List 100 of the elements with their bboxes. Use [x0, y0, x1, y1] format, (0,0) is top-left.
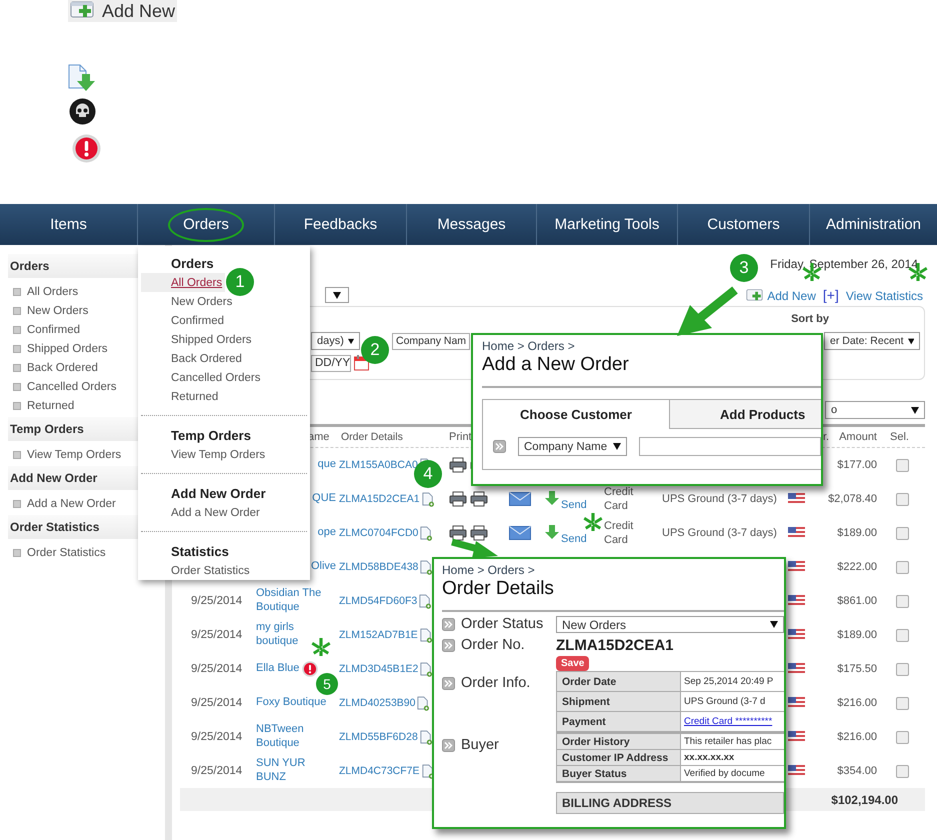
add-new-link[interactable]: Add New [767, 289, 816, 303]
table-cell-text: 9/25/2014 [191, 594, 242, 609]
add-window-icon [746, 289, 764, 303]
printer-icon[interactable] [470, 491, 488, 507]
customer-link[interactable]: Foxy Boutique [256, 696, 326, 710]
menu-item[interactable]: All Orders [141, 273, 226, 292]
order-link[interactable]: ZLMC0704FCD0 [339, 527, 418, 539]
customer-link[interactable]: Ella Blue [256, 662, 300, 676]
nav-tab[interactable]: Messages [407, 204, 537, 245]
order-link[interactable]: ZLMD3D45B1E2 [339, 663, 418, 675]
period-select[interactable]: days) [311, 332, 360, 350]
select-field[interactable] [325, 287, 349, 303]
customer-link[interactable]: SUN YUR BUNZ [256, 757, 336, 785]
table-cell-text: $216.00 [837, 730, 877, 745]
order-link[interactable]: ZLMD58BDE438 [339, 561, 418, 573]
sidebar-item[interactable]: Order Statistics [8, 543, 165, 562]
step-number: 5 [316, 673, 338, 695]
row-checkbox[interactable] [896, 594, 909, 608]
document-plus-icon [422, 492, 434, 506]
table-cell: xx.xx.xx.xx [681, 750, 784, 766]
table-cell-text: $354.00 [837, 764, 877, 779]
flag-icon [788, 561, 805, 573]
nav-tab[interactable]: Customers [678, 204, 810, 245]
breadcrumb: Home > Orders > [482, 339, 576, 353]
flag-icon [788, 697, 805, 709]
document-plus-icon [417, 696, 430, 710]
customer-link[interactable]: ope [318, 526, 336, 540]
envelope-icon[interactable] [509, 492, 531, 506]
menu-heading: Add New Order [170, 485, 267, 503]
field-label: Order Status [461, 616, 544, 632]
download-arrow-icon [545, 491, 559, 507]
menu-item[interactable]: Order Statistics [141, 561, 307, 580]
chevron-icon [442, 618, 455, 631]
table-cell: Sep 25,2014 20:49 P [681, 672, 784, 692]
calendar-icon[interactable] [354, 355, 369, 371]
sort-select[interactable]: er Date: Recent [824, 332, 920, 350]
nav-tab[interactable]: Marketing Tools [537, 204, 678, 245]
customer-link[interactable]: Olive [310, 560, 336, 574]
order-link[interactable]: ZLMD4C73CF7E [339, 765, 420, 777]
field-label: Buyer [461, 737, 499, 753]
row-checkbox[interactable] [896, 764, 909, 778]
order-link[interactable]: ZLMD55BF6D28 [339, 731, 418, 743]
date-field[interactable]: DD/YY [311, 354, 351, 372]
document-plus-icon [420, 526, 432, 540]
order-link[interactable]: ZLMD40253B90 [339, 697, 416, 709]
printer-icon[interactable] [449, 457, 467, 473]
column-header: Amount [839, 430, 877, 445]
chevron-icon [442, 677, 455, 690]
order-link[interactable]: ZLMD54FD60F3 [339, 595, 418, 607]
customer-link[interactable]: my girls boutique [256, 621, 336, 649]
nav-tab[interactable]: Feedbacks [275, 204, 407, 245]
row-checkbox[interactable] [896, 560, 909, 574]
envelope-icon[interactable] [509, 526, 531, 540]
sort-label: Sort by [791, 313, 829, 325]
page-size-select[interactable]: o [825, 401, 925, 419]
row-checkbox[interactable] [896, 628, 909, 642]
customer-link[interactable]: Obsidian The Boutique [256, 587, 336, 615]
add-new-button[interactable]: Add New [68, 0, 178, 22]
caret-icon [908, 338, 914, 344]
customer-link[interactable]: NBTween Boutique [256, 723, 336, 751]
row-checkbox[interactable] [896, 526, 909, 540]
row-checkbox[interactable] [896, 458, 909, 472]
search-field[interactable] [639, 437, 821, 456]
row-checkbox[interactable] [896, 696, 909, 710]
expand-toggle[interactable]: [+] [822, 287, 839, 303]
payment-link[interactable]: Credit Card ********** [681, 712, 784, 732]
row-checkbox[interactable] [896, 662, 909, 676]
send-link[interactable]: Send [561, 499, 587, 511]
search-by-select[interactable]: Company Name [518, 437, 627, 456]
add-new-label: Add New [102, 0, 176, 22]
table-cell-text: $861.00 [837, 594, 877, 609]
printer-icon[interactable] [449, 525, 467, 541]
table-cell: UPS Ground (3-7 d [681, 692, 784, 712]
search-by-field[interactable]: Company Nam [392, 332, 470, 350]
tab[interactable]: Choose Customer [483, 400, 669, 429]
nav-tab[interactable]: Administration [810, 204, 937, 245]
flag-icon [788, 493, 805, 505]
popup-title: Add a New Order [482, 354, 630, 376]
order-link[interactable]: ZLM155A0BCA0 [339, 459, 418, 471]
table-cell-text: $177.00 [837, 458, 877, 473]
table-cell: Customer IP Address [557, 750, 681, 766]
tab[interactable]: Add Products [669, 400, 821, 429]
row-checkbox[interactable] [896, 492, 909, 506]
status-select[interactable]: New Orders [556, 616, 784, 633]
customer-link[interactable]: que [318, 458, 336, 472]
table-cell-text: 9/25/2014 [191, 628, 242, 643]
order-link[interactable]: ZLMA15D2CEA1 [339, 493, 420, 505]
printer-icon[interactable] [449, 491, 467, 507]
menu-heading: Statistics [170, 543, 230, 561]
order-link[interactable]: ZLM152AD7B1E [339, 629, 418, 641]
printer-icon[interactable] [470, 525, 488, 541]
view-statistics-link[interactable]: View Statistics [846, 289, 923, 303]
table-cell-text: $216.00 [837, 696, 877, 711]
table-cell: Order History [557, 734, 681, 750]
send-link[interactable]: Send [561, 533, 587, 545]
save-button[interactable]: Save [556, 656, 590, 671]
row-checkbox[interactable] [896, 730, 909, 744]
table-cell: This retailer has plac [681, 734, 784, 750]
table-cell-text: 9/25/2014 [191, 662, 242, 677]
customer-link[interactable]: QUE [312, 492, 336, 506]
